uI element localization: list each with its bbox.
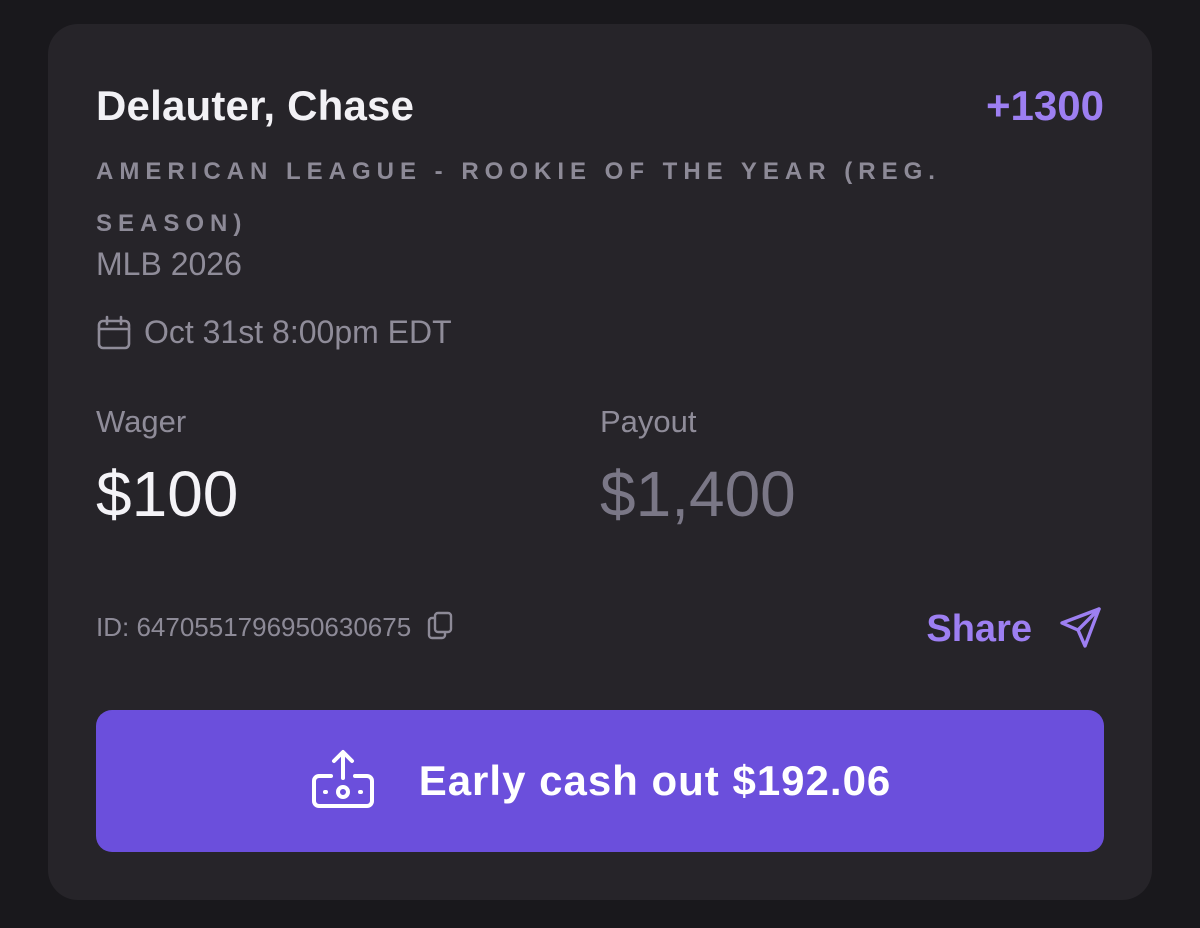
early-cash-out-label: Early cash out $192.06 — [418, 757, 892, 804]
payout-value: $1,400 — [600, 458, 796, 530]
share-button[interactable]: Share — [926, 604, 1104, 655]
send-icon — [1058, 604, 1104, 655]
copy-icon[interactable] — [425, 610, 455, 645]
odds: +1300 — [986, 82, 1104, 129]
wager-label: Wager — [96, 404, 187, 439]
league-name: MLB 2026 — [96, 246, 242, 282]
share-label: Share — [926, 608, 1032, 650]
early-cash-out-button[interactable]: Early cash out $192.06 — [96, 710, 1104, 852]
payout-label: Payout — [600, 404, 697, 439]
wager-value: $100 — [96, 458, 239, 530]
player-name: Delauter, Chase — [96, 82, 415, 129]
bet-card: Delauter, Chase +1300 AMERICAN LEAGUE - … — [48, 24, 1152, 900]
cash-out-icon — [309, 748, 377, 815]
event-date: Oct 31st 8:00pm EDT — [96, 314, 452, 351]
bet-id: ID: 6470551796950630675 — [96, 610, 455, 645]
calendar-icon — [96, 315, 132, 351]
event-date-text: Oct 31st 8:00pm EDT — [144, 314, 452, 350]
bet-id-text: ID: 6470551796950630675 — [96, 612, 412, 642]
market-name: AMERICAN LEAGUE - ROOKIE OF THE YEAR (RE… — [96, 158, 941, 237]
